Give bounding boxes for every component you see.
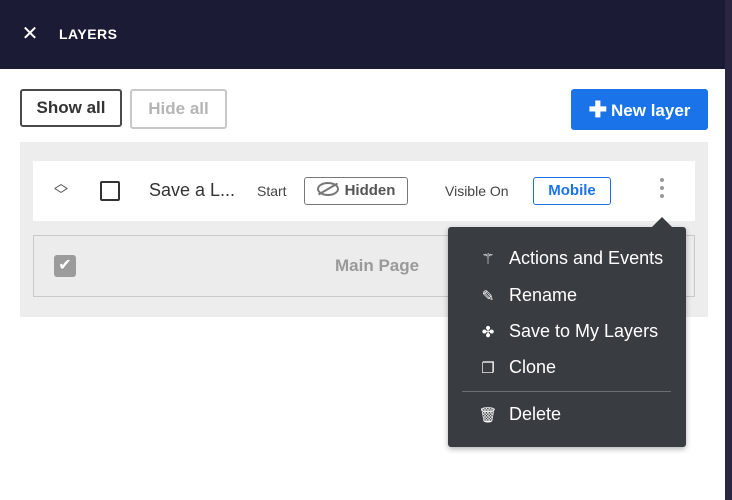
clone-icon: ❐ — [481, 360, 495, 377]
more-options-icon[interactable] — [658, 178, 666, 202]
new-layer-button[interactable]: ✚ New layer — [571, 89, 708, 130]
reorder-handle-icon[interactable]: ︿ ﹀ — [51, 176, 71, 203]
close-icon[interactable]: ✕ — [21, 24, 39, 44]
magic-wand-icon: ⚚ — [481, 251, 495, 268]
device-badge[interactable]: Mobile — [533, 177, 611, 205]
show-all-button[interactable]: Show all — [20, 89, 122, 127]
start-label: Start — [257, 183, 287, 199]
layer-checkbox-checked: ✔ — [54, 255, 76, 277]
puzzle-icon: ✤ — [481, 324, 495, 341]
plus-icon: ✚ — [588, 97, 608, 122]
visible-on-label: Visible On — [445, 183, 509, 199]
menu-item-save-to-my-layers[interactable]: ✤ Save to My Layers — [477, 317, 658, 345]
pencil-icon: ✎ — [481, 288, 495, 305]
visibility-toggle[interactable]: Hidden — [304, 177, 408, 205]
menu-item-delete[interactable]: 🗑 Delete — [477, 400, 561, 428]
panel-header: ✕ LAYERS — [0, 0, 725, 69]
new-layer-label: New layer — [611, 101, 691, 120]
menu-item-rename[interactable]: ✎ Rename — [477, 281, 577, 309]
layer-name[interactable]: Save a L... — [149, 180, 235, 201]
panel-title: LAYERS — [59, 26, 118, 42]
layer-checkbox[interactable] — [100, 181, 120, 201]
menu-item-label: Save to My Layers — [509, 321, 659, 341]
hide-all-button[interactable]: Hide all — [130, 89, 227, 129]
context-menu: ⚚ Actions and Events ✎ Rename ✤ Save to My … — [448, 217, 686, 447]
layers-panel: ✕ LAYERS Show all Hide all ✚ New layer ︿ ﹀… — [0, 0, 725, 500]
menu-divider — [462, 391, 671, 392]
eye-slash-icon — [316, 182, 339, 196]
layer-row[interactable]: ︿ ﹀ Save a L... Start Hidden Visible On M… — [33, 161, 695, 221]
menu-item-label: Clone — [509, 357, 557, 377]
menu-item-label: Delete — [509, 404, 562, 424]
menu-item-label: Actions and Events — [509, 248, 664, 268]
visibility-label: Hidden — [344, 182, 396, 199]
trash-icon: 🗑 — [478, 407, 498, 424]
layer-name: Main Page — [335, 256, 420, 275]
menu-item-clone[interactable]: ❐ Clone — [477, 353, 556, 381]
menu-item-label: Rename — [509, 285, 578, 305]
menu-item-actions-events[interactable]: ⚚ Actions and Events — [477, 244, 663, 272]
